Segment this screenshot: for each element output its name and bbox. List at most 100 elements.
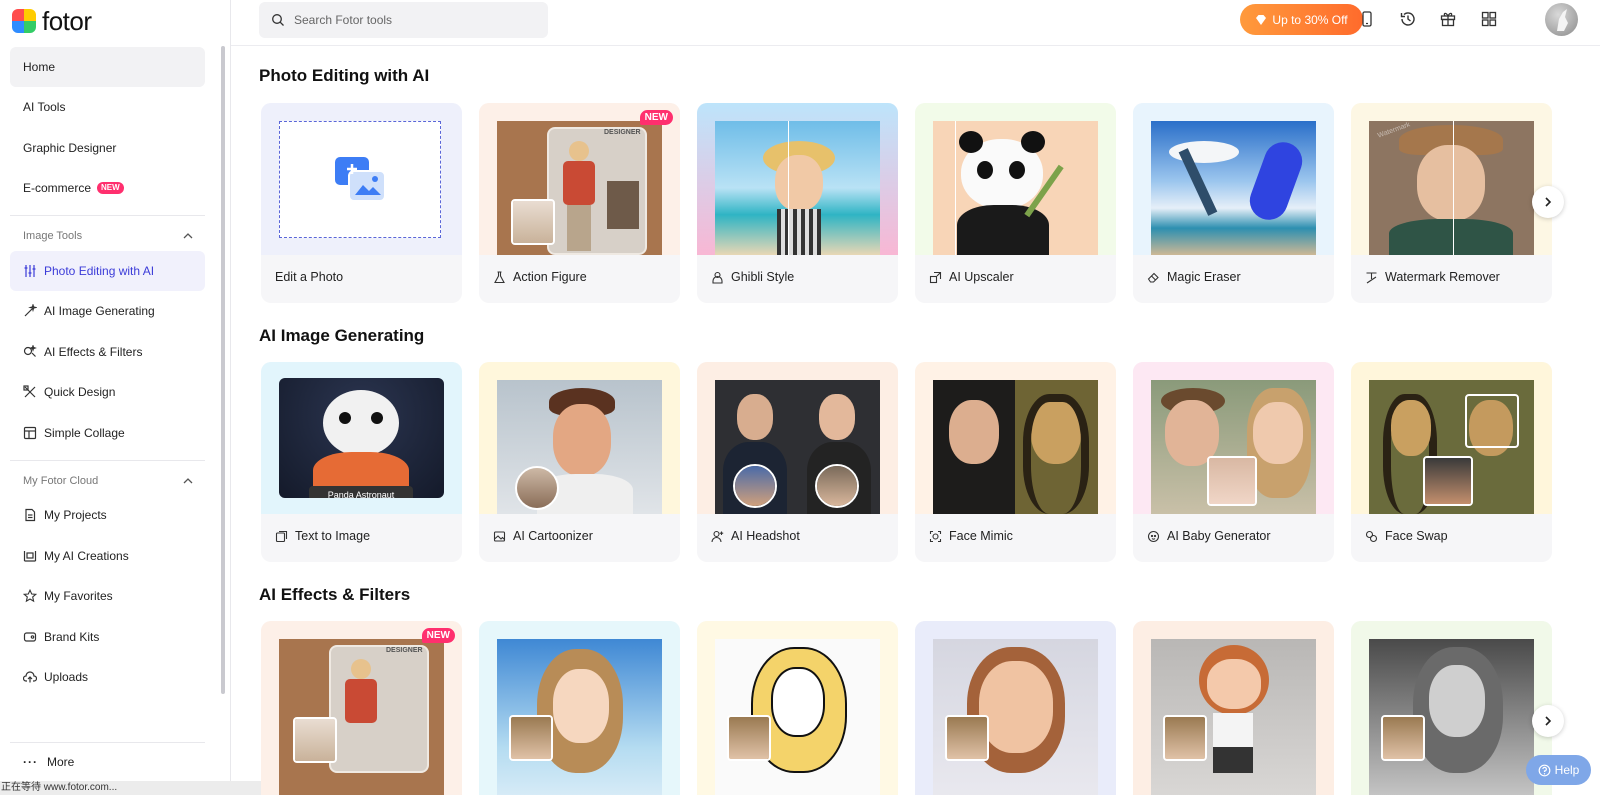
tool-card-face-mimic[interactable]: Face Mimic [915,362,1116,562]
card-thumbnail [1351,362,1552,514]
figurine-effect-image [1151,639,1316,795]
effect-card-3[interactable] [697,621,898,795]
sidebar-item-ai-tools[interactable]: AI Tools [10,87,205,127]
sidebar-item-home[interactable]: Home [10,47,205,87]
design-tools-icon [23,385,37,399]
ai-headshot-image [715,380,880,514]
sidebar-more-button[interactable]: ··· More [23,755,74,769]
reference-photo-thumb [511,199,555,245]
face-swap-icon [1365,530,1378,543]
new-badge: NEW [421,628,455,643]
sidebar-scrollbar[interactable] [221,46,225,694]
card-label: AI Baby Generator [1147,529,1271,543]
card-label: Face Mimic [929,529,1013,543]
tool-card-ai-upscaler[interactable]: AI Upscaler [915,103,1116,303]
effect-card-1[interactable]: DESIGNER NEW [261,621,462,795]
card-label: AI Cartoonizer [493,529,593,543]
section-title-ai-effects: AI Effects & Filters [259,585,411,604]
chevron-right-icon [1545,197,1552,207]
reference-photo-thumb [515,466,559,510]
sidebar-item-label: Quick Design [44,385,116,399]
sidebar-divider [10,742,205,743]
ai-upscaler-image [933,121,1098,255]
tool-card-edit-photo[interactable]: Edit a Photo [261,103,462,303]
sidebar-item-uploads[interactable]: Uploads [10,657,205,697]
baby-icon [1147,530,1160,543]
reference-photo-thumb [727,715,771,761]
user-plus-icon [711,530,724,543]
card-thumbnail [915,621,1116,795]
sidebar-item-my-projects[interactable]: My Projects [10,495,205,535]
effect-card-6[interactable] [1351,621,1552,795]
card-thumbnail [261,103,462,255]
sidebar-item-label: Brand Kits [44,630,100,644]
sidebar-item-my-ai-creations[interactable]: My AI Creations [10,536,205,576]
logo-text: fotor [42,5,92,36]
effect-card-4[interactable] [915,621,1116,795]
tool-card-ghibli-style[interactable]: Ghibli Style [697,103,898,303]
tool-card-action-figure[interactable]: DESIGNER NEW Action Figure [479,103,680,303]
effect-card-2[interactable] [479,621,680,795]
promo-button[interactable]: Up to 30% Off [1240,4,1363,35]
action-figure-image: DESIGNER [497,121,662,255]
magic-wand-icon [23,304,37,318]
text-image-icon [275,530,288,543]
carousel-next-button[interactable] [1532,705,1564,737]
reference-photo-thumb [1381,715,1425,761]
add-image-icon [335,157,386,202]
sidebar-item-label: My Favorites [44,589,113,603]
card-label: Face Swap [1365,529,1448,543]
mobile-icon[interactable] [1356,8,1378,30]
gift-icon[interactable] [1437,8,1459,30]
tool-card-ai-headshot[interactable]: AI Headshot [697,362,898,562]
more-dots-icon: ··· [23,755,38,769]
card-thumbnail [1133,621,1334,795]
apps-grid-icon[interactable] [1478,8,1500,30]
sidebar-item-simple-collage[interactable]: Simple Collage [10,413,205,453]
search-box[interactable] [259,2,548,38]
card-label: Watermark Remover [1365,270,1500,284]
sidebar-item-graphic-designer[interactable]: Graphic Designer [10,128,205,168]
reference-photo-thumb [1163,715,1207,761]
sidebar-item-ecommerce[interactable]: E-commerce NEW [10,168,205,208]
sidebar-item-ai-image-generating[interactable]: AI Image Generating [10,291,205,331]
sidebar-item-label: AI Image Generating [44,304,155,318]
cartoon-3d-effect-image [933,639,1098,795]
effect-card-5[interactable] [1133,621,1334,795]
card-thumbnail [915,103,1116,255]
ai-cartoonizer-image [497,380,662,514]
help-button[interactable]: Help [1526,755,1591,785]
card-label: Action Figure [493,270,587,284]
diamond-icon [1256,14,1267,25]
reference-photo-thumb [733,464,777,508]
history-icon[interactable] [1397,8,1419,30]
sidebar-item-quick-design[interactable]: Quick Design [10,372,205,412]
tool-card-magic-eraser[interactable]: Magic Eraser [1133,103,1334,303]
section-title-ai-image-generating: AI Image Generating [259,326,425,345]
search-input[interactable] [294,13,534,27]
magic-eraser-image [1151,121,1316,255]
sidebar-item-my-favorites[interactable]: My Favorites [10,576,205,616]
tool-card-ai-cartoonizer[interactable]: AI Cartoonizer [479,362,680,562]
user-avatar[interactable] [1545,3,1578,36]
cloud-group-header[interactable]: My Fotor Cloud [23,475,193,487]
tool-card-watermark-remover[interactable]: Watermark Watermark Remover [1351,103,1552,303]
sidebar-item-ai-effects[interactable]: AI Effects & Filters [10,332,205,372]
sliders-icon [23,264,37,278]
sidebar-item-label: AI Tools [23,100,66,114]
tool-card-ai-baby-generator[interactable]: AI Baby Generator [1133,362,1334,562]
sidebar-item-brand-kits[interactable]: Brand Kits [10,617,205,657]
tool-card-text-to-image[interactable]: Panda Astronaut Text to Image [261,362,462,562]
carousel-next-button[interactable] [1532,186,1564,218]
tool-card-face-swap[interactable]: Face Swap [1351,362,1552,562]
face-source-thumb [1423,456,1473,506]
sidebar-item-label: Graphic Designer [23,141,117,155]
face-mimic-image [933,380,1098,514]
reference-photo-thumb [293,717,337,763]
image-tools-group-header[interactable]: Image Tools [23,230,193,242]
card-thumbnail [697,103,898,255]
upload-cloud-icon [23,670,37,684]
card-label: Ghibli Style [711,270,794,284]
fotor-logo[interactable]: fotor [12,5,92,36]
sidebar-item-photo-editing[interactable]: Photo Editing with AI [10,251,205,291]
